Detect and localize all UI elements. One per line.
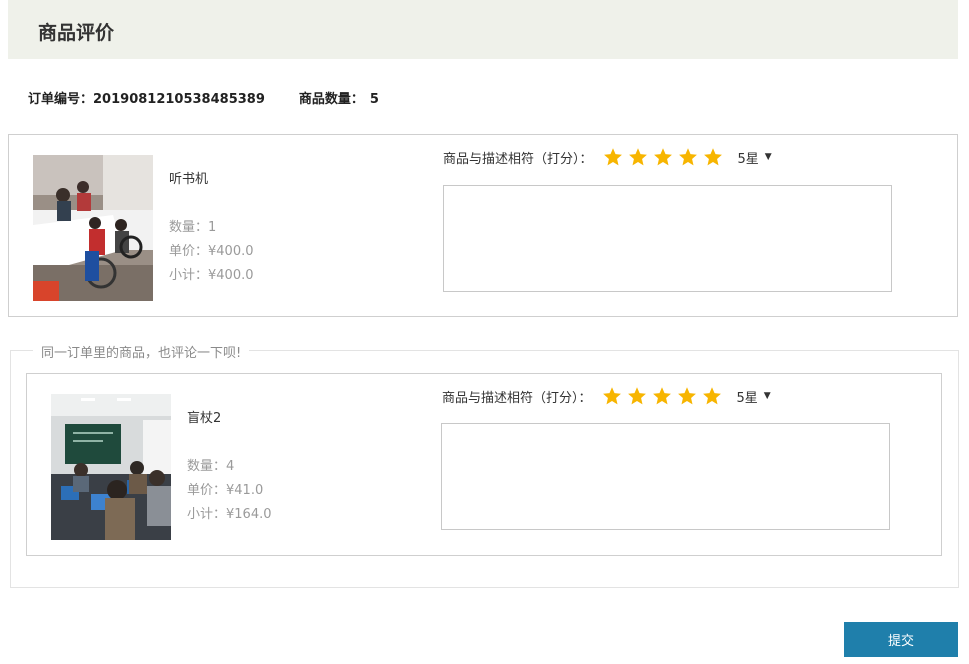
product-subtotal: 小计：¥400.0	[169, 268, 254, 283]
order-number-label: 订单编号：	[28, 92, 94, 107]
star-icon[interactable]	[677, 386, 697, 406]
star-icon[interactable]	[653, 147, 673, 167]
star-icon[interactable]	[652, 386, 672, 406]
order-info: 订单编号：2019081210538485389 商品数量： 5	[28, 88, 379, 107]
review-textarea[interactable]	[441, 423, 890, 530]
product-thumbnail[interactable]	[51, 394, 171, 540]
rating-row: 商品与描述相符（打分）： 5星 ▼	[442, 386, 771, 406]
order-number-value: 2019081210538485389	[93, 92, 265, 107]
classroom-photo-icon	[33, 155, 153, 301]
star-rating[interactable]	[602, 386, 727, 406]
page-header: 商品评价	[8, 0, 958, 59]
computer-lab-photo-icon	[51, 394, 171, 540]
star-icon[interactable]	[627, 386, 647, 406]
product-quantity: 数量：4	[187, 459, 235, 474]
same-order-prompt: 同一订单里的商品，也评论一下呗!	[33, 342, 250, 361]
star-icon[interactable]	[603, 147, 623, 167]
page-title: 商品评价	[38, 22, 115, 44]
rating-value: 5星	[736, 390, 758, 406]
review-textarea[interactable]	[443, 185, 892, 292]
product-quantity: 数量：1	[169, 220, 217, 235]
rating-label: 商品与描述相符（打分）：	[443, 151, 593, 167]
caret-down-icon: ▼	[763, 391, 771, 401]
star-icon[interactable]	[628, 147, 648, 167]
product-unit-price: 单价：¥41.0	[187, 483, 264, 498]
product-subtotal: 小计：¥164.0	[187, 507, 272, 522]
product-meta: 数量：4 单价：¥41.0 小计：¥164.0	[187, 455, 272, 527]
rating-select[interactable]: 5星 ▼	[738, 148, 772, 167]
product-review-card: 听书机 数量：1 单价：¥400.0 小计：¥400.0 商品与描述相符（打分）…	[8, 134, 958, 317]
product-thumbnail[interactable]	[33, 155, 153, 301]
star-icon[interactable]	[702, 386, 722, 406]
star-icon[interactable]	[703, 147, 723, 167]
product-name[interactable]: 听书机	[169, 168, 208, 187]
product-unit-price: 单价：¥400.0	[169, 244, 254, 259]
rating-row: 商品与描述相符（打分）： 5星 ▼	[443, 147, 772, 167]
star-icon[interactable]	[678, 147, 698, 167]
caret-down-icon: ▼	[764, 152, 772, 162]
star-icon[interactable]	[602, 386, 622, 406]
product-name[interactable]: 盲杖2	[187, 407, 221, 426]
submit-button[interactable]: 提交	[844, 622, 958, 657]
item-count-value: 5	[369, 92, 379, 107]
star-rating[interactable]	[603, 147, 728, 167]
rating-select[interactable]: 5星 ▼	[737, 387, 771, 406]
same-order-section: 同一订单里的商品，也评论一下呗! 盲杖2 数量：4 单价：¥41.0 小计：¥1…	[10, 342, 959, 588]
rating-value: 5星	[737, 151, 759, 167]
item-count-label: 商品数量：	[298, 92, 364, 107]
product-review-card: 盲杖2 数量：4 单价：¥41.0 小计：¥164.0 商品与描述相符（打分）：…	[26, 373, 942, 556]
product-meta: 数量：1 单价：¥400.0 小计：¥400.0	[169, 216, 254, 288]
rating-label: 商品与描述相符（打分）：	[442, 390, 592, 406]
